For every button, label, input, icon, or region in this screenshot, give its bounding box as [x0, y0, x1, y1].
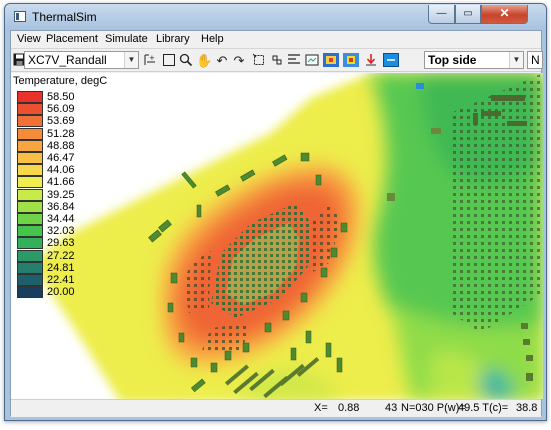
app-icon [14, 11, 26, 22]
legend-swatch [17, 164, 43, 177]
legend-swatch [17, 115, 43, 128]
rotate-right-icon[interactable]: ↷ [231, 53, 247, 69]
legend-label: 29.63 [47, 237, 75, 250]
menu-library[interactable]: Library [154, 33, 192, 45]
design-select[interactable]: XC7V_Randall ▼ [24, 51, 139, 69]
menu-placement[interactable]: Placement [44, 33, 100, 45]
legend-label: 36.84 [47, 200, 75, 213]
pan-hand-icon[interactable]: ✋ [196, 53, 212, 69]
legend-swatch [17, 176, 43, 189]
temperature-legend: Temperature, degC 58.50 56.09 53.69 51.28 48… [11, 73, 131, 333]
application-window: ThermalSim — ▭ ✕ View Placement Simulate… [4, 3, 547, 421]
legend-swatch [17, 249, 43, 262]
download-icon[interactable] [363, 53, 379, 69]
legend-swatch [17, 274, 43, 286]
maximize-button[interactable]: ▭ [455, 5, 481, 24]
status-bar: X= 0.88 43 N=030 P(w)= 49.5 T(c)= 38.8 [11, 399, 541, 417]
legend-swatch [17, 103, 43, 116]
chevron-down-icon: ▼ [124, 52, 138, 68]
chevron-down-icon: ▼ [509, 52, 523, 68]
thermal-canvas[interactable]: Temperature, degC 58.50 56.09 53.69 51.28 48… [11, 73, 543, 399]
legend-label: 41.66 [47, 176, 75, 189]
menu-view[interactable]: View [15, 33, 43, 45]
legend-swatch [17, 237, 43, 250]
status-segment-5: 38.8 [516, 402, 538, 414]
view-side-select[interactable]: Top side ▼ [424, 51, 524, 69]
legend-swatch [17, 127, 43, 140]
rectangle-select-icon[interactable] [251, 53, 267, 69]
close-button[interactable]: ✕ [481, 5, 528, 24]
thermal-palette-icon[interactable] [323, 53, 339, 69]
component-add-icon[interactable]: + [142, 53, 158, 69]
legend-swatch [17, 188, 43, 201]
legend-label: 39.25 [47, 188, 75, 201]
menu-help[interactable]: Help [199, 33, 226, 45]
legend-label: 32.03 [47, 225, 75, 238]
legend-label: 20.00 [47, 286, 75, 299]
legend-label: 27.22 [47, 249, 75, 262]
net-select-value: N [531, 53, 540, 67]
legend-swatch [17, 91, 43, 103]
status-segment-4: 49.5 T(c)= [458, 402, 509, 414]
window-title: ThermalSim [32, 10, 97, 24]
legend-title: Temperature, degC [13, 75, 108, 87]
legend-label: 44.06 [47, 164, 75, 177]
legend-label: 34.44 [47, 213, 75, 225]
net-select[interactable]: N [527, 51, 543, 69]
legend-swatch [17, 200, 43, 213]
minimize-button[interactable]: — [428, 5, 455, 24]
legend-label: 56.09 [47, 103, 75, 116]
status-segment-3: N=030 P(w)= [401, 402, 466, 414]
legend-label: 53.69 [47, 115, 75, 128]
legend-label: 51.28 [47, 127, 75, 140]
legend-swatch [17, 152, 43, 164]
legend-label: 48.88 [47, 139, 75, 152]
status-segment-2: 43 [385, 402, 398, 414]
client-area: View Placement Simulate Library Help XC7… [10, 30, 543, 417]
zoom-icon[interactable] [178, 53, 194, 69]
legend-swatch [17, 213, 43, 225]
status-x-label: X= [314, 402, 328, 414]
legend-swatch [17, 139, 43, 152]
select-rectangle-icon[interactable] [161, 53, 177, 69]
legend-swatch [17, 261, 43, 274]
design-select-value: XC7V_Randall [28, 53, 107, 67]
title-bar[interactable]: ThermalSim — ▭ ✕ [5, 4, 546, 30]
legend-label: 24.81 [47, 261, 75, 274]
status-x-value: 0.88 [338, 402, 360, 414]
rotate-left-icon[interactable]: ↶ [214, 53, 230, 69]
move-icon[interactable] [269, 53, 285, 69]
toolbar: XC7V_Randall ▼ + ✋ ↶ ↷ Top side ▼ N [11, 50, 543, 72]
arrange-icon[interactable] [286, 53, 302, 69]
map-view-icon[interactable] [304, 53, 320, 69]
legend-label: 46.47 [47, 152, 75, 164]
legend-label: 22.41 [47, 274, 75, 286]
view-side-value: Top side [428, 53, 477, 67]
legend-swatch [17, 286, 43, 299]
svg-text:+: + [149, 54, 155, 62]
chip-icon[interactable] [343, 53, 359, 69]
legend-label: 58.50 [47, 91, 75, 103]
menu-simulate[interactable]: Simulate [103, 33, 150, 45]
menu-bar: View Placement Simulate Library Help [11, 31, 541, 49]
blue-screen-icon[interactable] [383, 53, 399, 69]
legend-swatch [17, 225, 43, 238]
